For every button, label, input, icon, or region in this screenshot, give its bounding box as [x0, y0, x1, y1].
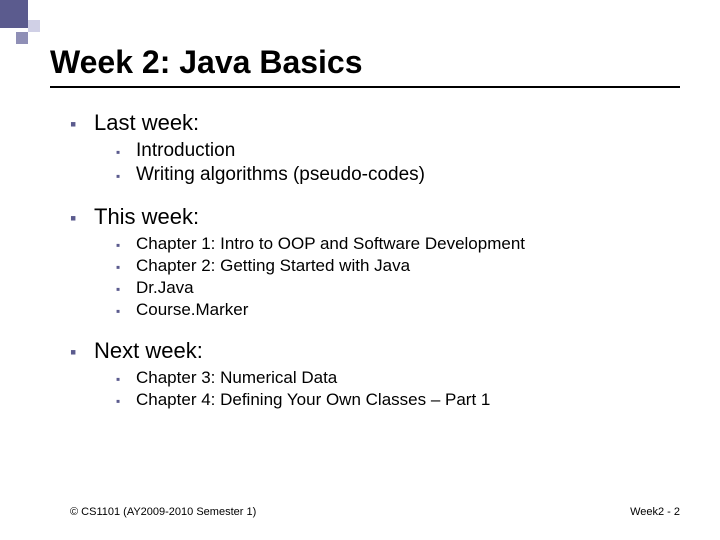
square-bullet-icon: ▪: [116, 373, 136, 385]
list-item-text: Chapter 2: Getting Started with Java: [136, 256, 410, 276]
square-bullet-icon: ▪: [70, 343, 94, 361]
square-bullet-icon: ▪: [116, 239, 136, 251]
section-heading: Last week:: [94, 110, 199, 136]
square-bullet-icon: ▪: [116, 283, 136, 295]
footer-page-number: Week2 - 2: [630, 506, 680, 518]
footer-copyright: © CS1101 (AY2009-2010 Semester 1): [70, 506, 256, 518]
square-bullet-icon: ▪: [116, 395, 136, 407]
square-bullet-icon: ▪: [116, 261, 136, 273]
section-last-week: ▪ Last week:: [70, 110, 670, 136]
list-item: ▪ Introduction: [116, 140, 670, 162]
square-bullet-icon: ▪: [116, 170, 136, 182]
deco-square-big: [0, 0, 28, 28]
title-underline: [50, 86, 680, 88]
list-item: ▪ Dr.Java: [116, 278, 670, 298]
square-bullet-icon: ▪: [116, 146, 136, 158]
list-item-text: Course.Marker: [136, 300, 248, 320]
square-bullet-icon: ▪: [116, 305, 136, 317]
section-heading: This week:: [94, 204, 199, 230]
list-item: ▪ Chapter 1: Intro to OOP and Software D…: [116, 234, 670, 254]
list-item-text: Writing algorithms (pseudo-codes): [136, 164, 425, 186]
slide-content: ▪ Last week: ▪ Introduction ▪ Writing al…: [70, 110, 670, 410]
list-item: ▪ Writing algorithms (pseudo-codes): [116, 164, 670, 186]
section-heading: Next week:: [94, 338, 203, 364]
list-item-text: Chapter 3: Numerical Data: [136, 368, 337, 388]
slide-title: Week 2: Java Basics: [50, 44, 363, 81]
list-item-text: Chapter 1: Intro to OOP and Software Dev…: [136, 234, 525, 254]
section-this-week: ▪ This week:: [70, 204, 670, 230]
deco-square-light: [28, 20, 40, 32]
deco-square-dark: [16, 32, 28, 44]
square-bullet-icon: ▪: [70, 115, 94, 133]
list-item: ▪ Chapter 3: Numerical Data: [116, 368, 670, 388]
list-item: ▪ Chapter 4: Defining Your Own Classes –…: [116, 390, 670, 410]
list-item-text: Dr.Java: [136, 278, 194, 298]
list-item: ▪ Course.Marker: [116, 300, 670, 320]
list-item-text: Introduction: [136, 140, 235, 162]
list-item-text: Chapter 4: Defining Your Own Classes – P…: [136, 390, 490, 410]
section-next-week: ▪ Next week:: [70, 338, 670, 364]
list-item: ▪ Chapter 2: Getting Started with Java: [116, 256, 670, 276]
square-bullet-icon: ▪: [70, 209, 94, 227]
